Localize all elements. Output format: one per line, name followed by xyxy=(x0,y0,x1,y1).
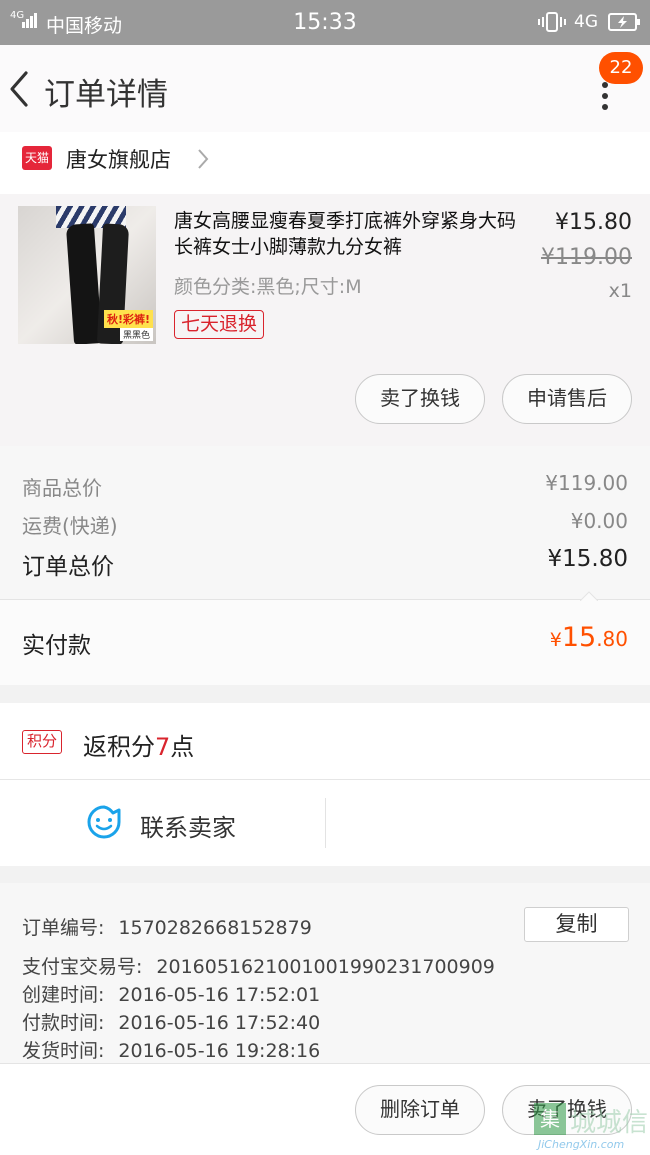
shop-row[interactable]: 天猫 唐女旗舰店 xyxy=(0,132,650,194)
points-row: 积分 返积分7点 xyxy=(0,703,650,780)
battery-charging-icon xyxy=(608,13,640,31)
notification-badge[interactable]: 22 xyxy=(599,52,643,84)
chat-smile-icon xyxy=(87,805,121,839)
seven-day-return-badge: 七天退换 xyxy=(174,310,265,339)
nav-bar: 订单详情 22 xyxy=(0,45,650,132)
chevron-right-icon xyxy=(198,149,209,169)
alipay-trade-row: 支付宝交易号: 2016051621001001990231700909 xyxy=(22,956,495,978)
page-title: 订单详情 xyxy=(44,77,168,113)
paid-amount-row: 实付款 ¥15.80 xyxy=(0,591,650,685)
product-original-price: ¥119.00 xyxy=(541,245,632,270)
goods-total-value: ¥119.00 xyxy=(545,471,628,495)
paid-time-row: 付款时间: 2016-05-16 17:52:40 xyxy=(22,1012,321,1034)
resell-footer-button[interactable]: 卖了换钱 xyxy=(502,1085,632,1135)
product-sku: 颜色分类:黑色;尺寸:M xyxy=(174,276,362,298)
order-total-value: ¥15.80 xyxy=(547,546,628,572)
resell-button[interactable]: 卖了换钱 xyxy=(355,374,485,424)
paid-amount: ¥15.80 xyxy=(549,622,628,653)
product-price: ¥15.80 xyxy=(555,210,632,235)
tmall-icon: 天猫 xyxy=(22,146,52,170)
product-title[interactable]: 唐女高腰显瘦春夏季打底裤外穿紧身大码长裤女士小脚薄款九分女裤 xyxy=(174,208,524,260)
back-arrow-icon[interactable] xyxy=(8,70,30,108)
status-bar: 4G 中国移动 15:33 4G xyxy=(0,0,650,45)
points-tag: 积分 xyxy=(22,730,63,754)
order-item: 秋!彩裤! 黑黑色 唐女高腰显瘦春夏季打底裤外穿紧身大码长裤女士小脚薄款九分女裤… xyxy=(0,194,650,446)
goods-total-label: 商品总价 xyxy=(22,476,102,500)
order-info: 订单编号: 1570282668152879 支付宝交易号: 20160516210… xyxy=(0,883,650,1063)
divider xyxy=(325,798,326,848)
vibrate-icon xyxy=(538,12,566,32)
product-image-color: 黑黑色 xyxy=(120,328,154,341)
after-sale-button[interactable]: 申请售后 xyxy=(502,374,632,424)
product-image[interactable]: 秋!彩裤! 黑黑色 xyxy=(18,206,156,344)
contact-seller-row: 联系卖家 xyxy=(0,780,650,866)
caret-up-icon xyxy=(580,591,598,601)
points-text: 返积分7点 xyxy=(83,733,195,761)
more-options-icon[interactable] xyxy=(598,81,612,111)
price-summary: 商品总价 ¥119.00 运费(快递) ¥0.00 订单总价 ¥15.80 xyxy=(0,446,650,599)
shipped-time-row: 发货时间: 2016-05-16 19:28:16 xyxy=(22,1040,321,1062)
delete-order-button[interactable]: 删除订单 xyxy=(355,1085,485,1135)
shipping-label: 运费(快递) xyxy=(22,514,118,538)
copy-button[interactable]: 复制 xyxy=(524,907,629,942)
created-time-row: 创建时间: 2016-05-16 17:52:01 xyxy=(22,984,321,1006)
paid-label: 实付款 xyxy=(22,633,91,659)
contact-seller-label: 联系卖家 xyxy=(140,814,236,842)
product-quantity: x1 xyxy=(608,280,632,302)
product-image-tag: 秋!彩裤! xyxy=(104,310,154,328)
order-total-label: 订单总价 xyxy=(22,554,114,580)
network-indicator: 4G xyxy=(574,12,598,32)
shipping-value: ¥0.00 xyxy=(570,509,628,533)
footer-actions: 删除订单 卖了换钱 xyxy=(0,1063,650,1155)
order-number-row: 订单编号: 1570282668152879 xyxy=(22,917,312,939)
shop-name[interactable]: 唐女旗舰店 xyxy=(66,144,171,174)
